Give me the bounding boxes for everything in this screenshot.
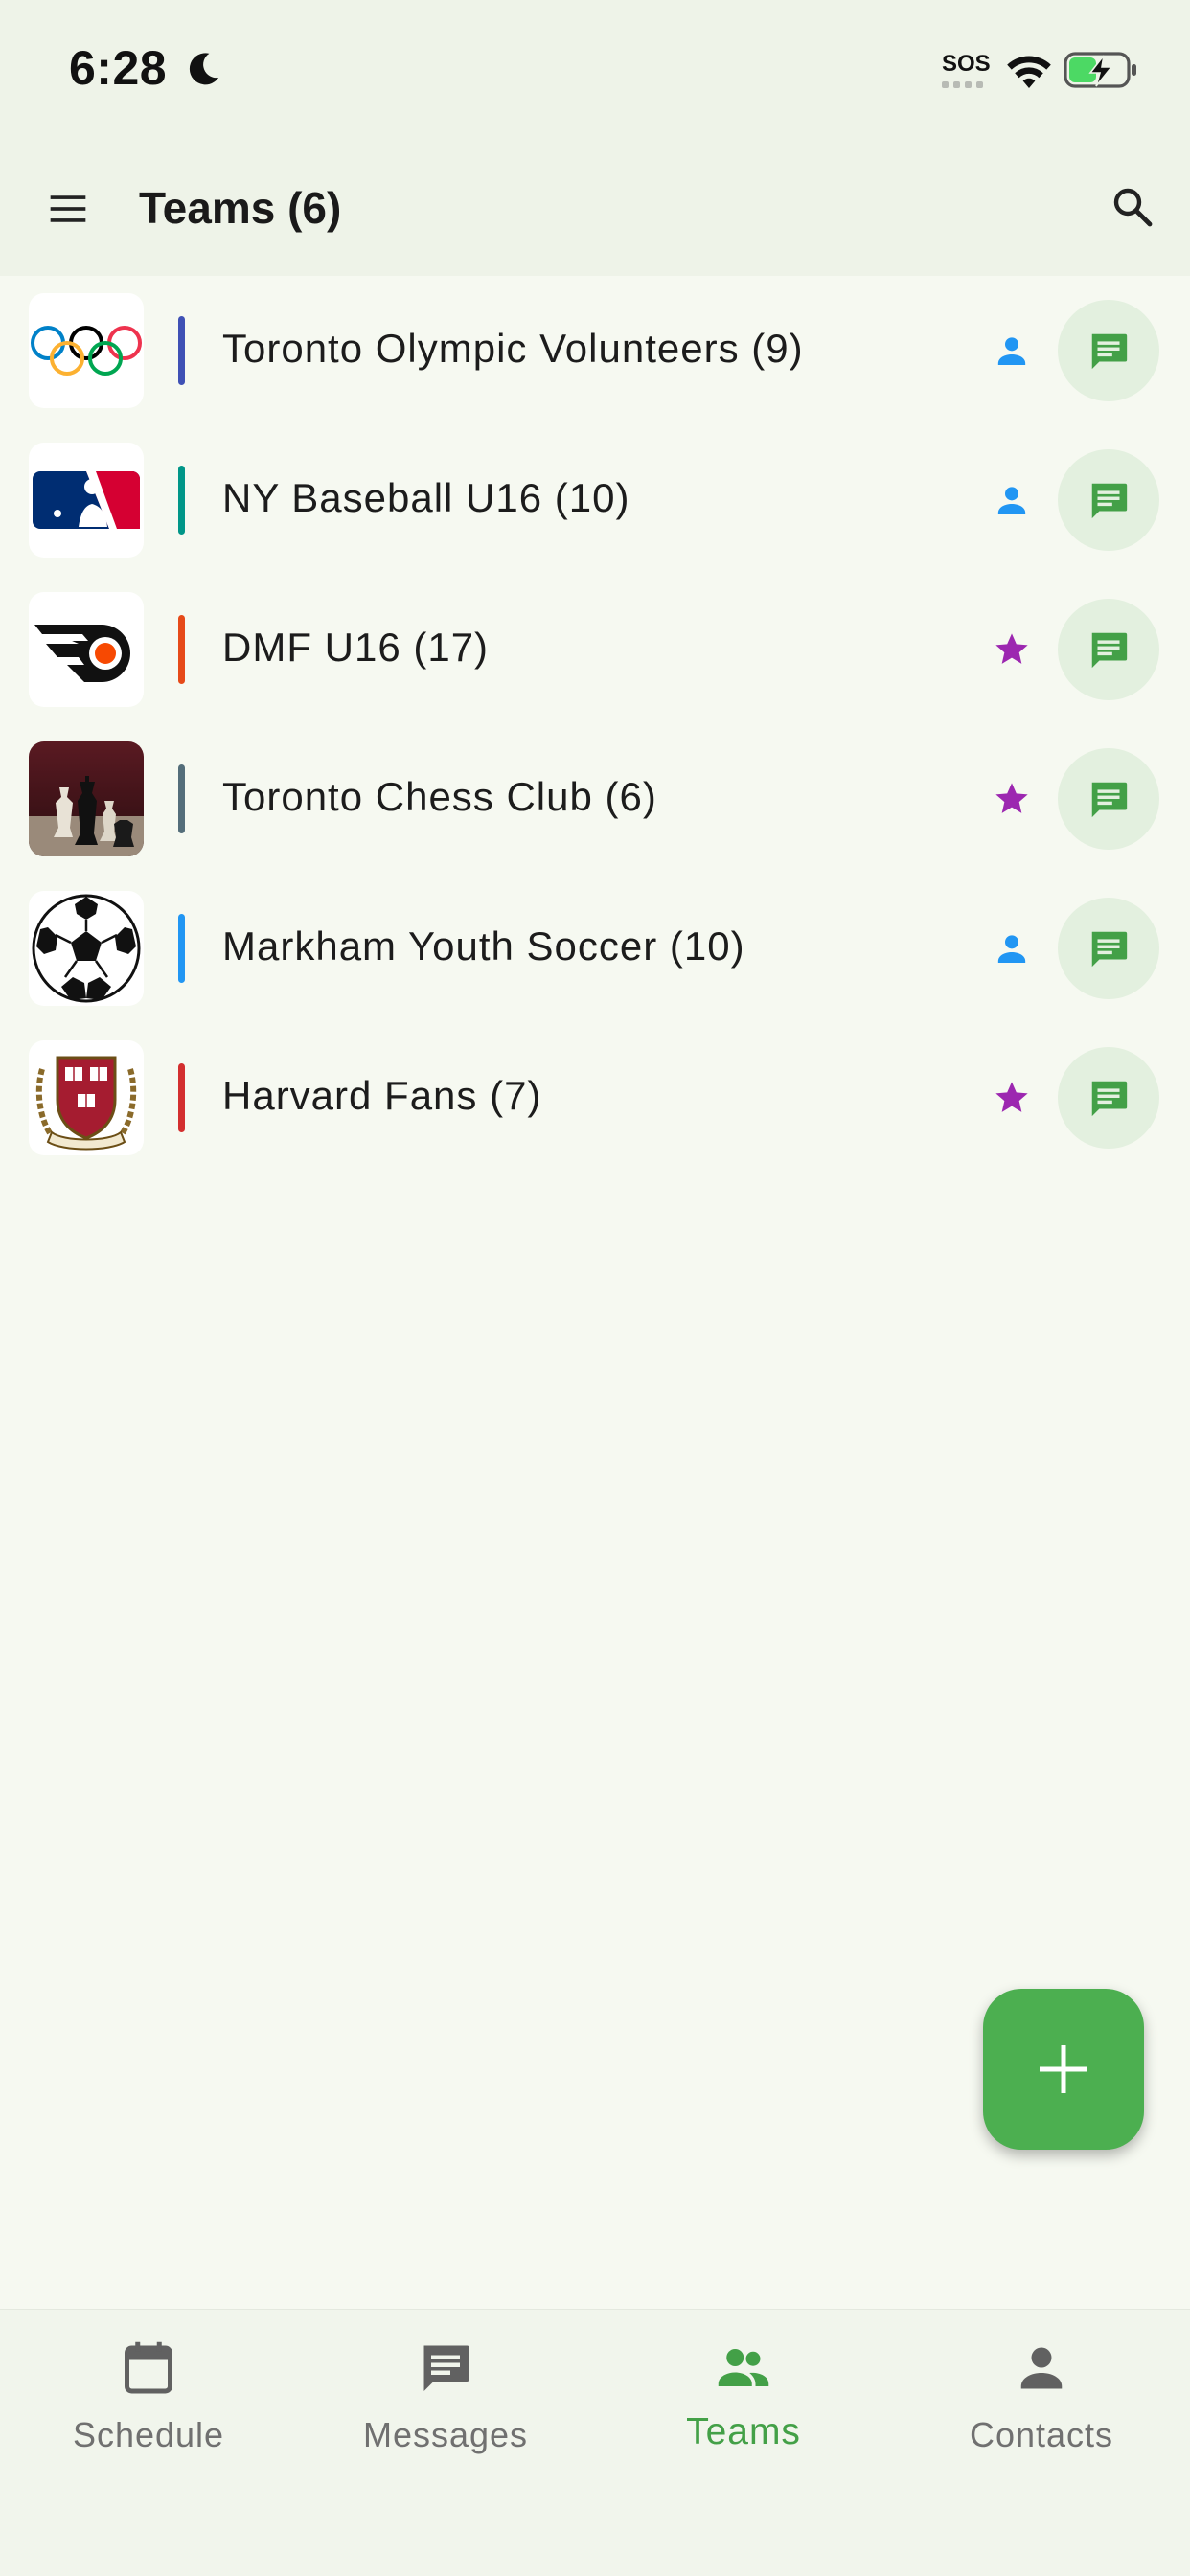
team-name: Toronto Chess Club (6) [222,774,657,819]
search-icon[interactable] [1110,184,1156,230]
flyers-logo [29,592,144,707]
team-row[interactable]: Markham Youth Soccer (10) [0,874,1190,1023]
team-chat-button[interactable] [1058,300,1159,401]
plus-icon [1040,2045,1087,2093]
chat-icon [1091,333,1128,370]
add-team-button[interactable] [983,1989,1144,2150]
olympic-rings-logo [29,293,144,408]
calendar-icon [125,2341,172,2394]
team-chat-button[interactable] [1058,599,1159,700]
chat-icon [1091,931,1128,968]
team-name: Toronto Olympic Volunteers (9) [222,326,804,371]
harvard-crest-logo [29,1040,144,1155]
bottom-navigation: Schedule Messages Teams Contacts [0,2309,1190,2576]
chat-icon [1091,632,1128,669]
team-row[interactable]: Harvard Fans (7) [0,1023,1190,1173]
baseball-logo [29,443,144,558]
page-title: Teams (6) [139,183,342,233]
team-chat-button[interactable] [1058,748,1159,850]
nav-item-contacts[interactable]: Contacts [893,2310,1190,2501]
star-icon [995,633,1028,664]
star-icon [995,783,1028,813]
signal-dots [942,81,990,88]
nav-label: Schedule [72,2415,225,2454]
nav-label: Teams [686,2411,801,2452]
moon-icon [189,53,219,85]
person-icon [997,487,1026,514]
team-name: Harvard Fans (7) [222,1073,542,1118]
nav-label: Contacts [969,2415,1114,2454]
app-bar: Teams (6) [0,144,1190,276]
chat-icon [1091,1081,1128,1117]
wifi-icon [1007,56,1051,88]
team-color-bar [178,914,185,983]
status-time: 6:28 [69,41,168,95]
team-color-bar [178,466,185,535]
nav-item-messages[interactable]: Messages [297,2310,594,2501]
team-chat-button[interactable] [1058,898,1159,999]
star-icon [995,1082,1028,1112]
sos-label: SOS [942,51,991,77]
team-name: NY Baseball U16 (10) [222,475,630,520]
chess-logo [29,741,144,856]
team-color-bar [178,1063,185,1132]
nav-label: Messages [362,2415,529,2454]
chat-icon [1091,782,1128,818]
team-row[interactable]: Toronto Olympic Volunteers (9) [0,276,1190,425]
people-icon [718,2349,769,2386]
menu-icon[interactable] [44,188,92,230]
battery-charging-icon [1064,52,1136,88]
nav-item-schedule[interactable]: Schedule [0,2310,297,2501]
person-icon [1020,2347,1063,2389]
team-color-bar [178,615,185,684]
sos-indicator: SOS [942,51,991,91]
team-color-bar [178,316,185,385]
team-name: Markham Youth Soccer (10) [222,923,745,969]
person-icon [997,337,1026,365]
team-chat-button[interactable] [1058,1047,1159,1149]
team-row[interactable]: NY Baseball U16 (10) [0,425,1190,575]
team-row[interactable]: Toronto Chess Club (6) [0,724,1190,874]
soccer-ball-logo [29,891,144,1006]
team-chat-button[interactable] [1058,449,1159,551]
chat-icon [1091,483,1128,519]
nav-item-teams[interactable]: Teams [595,2310,892,2501]
team-list: Toronto Olympic Volunteers (9) NY Baseba… [0,276,1190,1173]
team-name: DMF U16 (17) [222,625,490,670]
team-color-bar [178,764,185,833]
person-icon [997,935,1026,963]
message-icon [423,2345,469,2391]
team-row[interactable]: DMF U16 (17) [0,575,1190,724]
status-bar: 6:28 SOS [0,0,1190,144]
